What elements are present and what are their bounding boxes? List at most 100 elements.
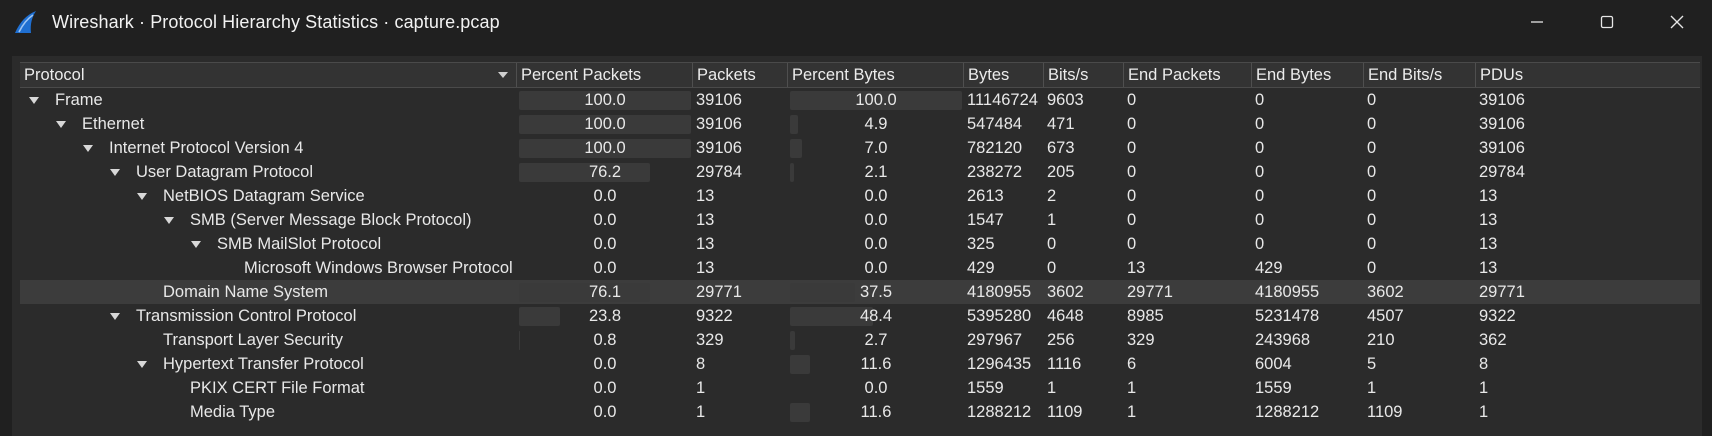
protocol-name: SMB (Server Message Block Protocol) <box>190 211 472 229</box>
cell-protocol: Microsoft Windows Browser Protocol <box>215 256 513 280</box>
protocol-hierarchy-tree[interactable]: Protocol Percent Packets Packets Percent… <box>20 62 1700 424</box>
cell-pdus: 29771 <box>1479 283 1525 301</box>
cell-percent-bytes: 37.5 <box>790 283 962 302</box>
column-header-pdus[interactable]: PDUs <box>1475 63 1700 87</box>
cell-percent-packets: 23.8 <box>519 307 691 326</box>
table-row[interactable]: Internet Protocol Version 4 100.0 7.0 39106… <box>20 136 1700 160</box>
cell-end-packets: 0 <box>1127 211 1137 229</box>
cell-end-packets: 0 <box>1127 235 1137 253</box>
cell-end-bytes: 0 <box>1255 163 1265 181</box>
table-row[interactable]: User Datagram Protocol 76.2 2.1 29784 238272… <box>20 160 1700 184</box>
table-row[interactable]: PKIX CERT File Format 0.0 0.0 1 1559 1 1 1559 1 1 <box>20 376 1700 400</box>
wireshark-fin-icon <box>12 7 42 37</box>
cell-percent-packets: 100.0 <box>519 115 691 134</box>
close-button[interactable] <box>1642 0 1712 44</box>
expand-toggle-icon[interactable] <box>53 112 69 136</box>
cell-percent-bytes: 100.0 <box>790 91 962 110</box>
cell-percent-bytes: 0.0 <box>790 211 962 230</box>
table-row[interactable]: NetBIOS Datagram Service 0.0 0.0 13 2613 2 0 0 0… <box>20 184 1700 208</box>
cell-percent-bytes: 4.9 <box>790 115 962 134</box>
cell-end-bytes: 0 <box>1255 211 1265 229</box>
table-row[interactable]: Domain Name System 76.1 37.5 29771 4180955 36… <box>20 280 1700 304</box>
expand-toggle-icon[interactable] <box>107 304 123 328</box>
table-row[interactable]: Microsoft Windows Browser Protocol 0.0 0.0… <box>20 256 1700 280</box>
protocol-name: Internet Protocol Version 4 <box>109 139 304 157</box>
column-header-packets[interactable]: Packets <box>692 63 787 87</box>
table-row[interactable]: SMB MailSlot Protocol 0.0 0.0 13 325 0 0 0 0 13 <box>20 232 1700 256</box>
cell-percent-packets: 0.0 <box>519 403 691 422</box>
column-header-percent-packets[interactable]: Percent Packets <box>516 63 692 87</box>
cell-end-packets: 8985 <box>1127 307 1164 325</box>
expand-toggle-icon[interactable] <box>188 232 204 256</box>
percent-bytes-value: 0.0 <box>864 235 888 253</box>
cell-bits-s: 0 <box>1047 259 1057 277</box>
cell-end-bytes: 1288212 <box>1255 403 1320 421</box>
cell-bits-s: 1 <box>1047 211 1057 229</box>
cell-end-bits-s: 3602 <box>1367 283 1404 301</box>
cell-pdus: 1 <box>1479 379 1489 397</box>
maximize-button[interactable] <box>1572 0 1642 44</box>
percent-bytes-value: 2.1 <box>864 163 888 181</box>
protocol-name: Frame <box>55 91 103 109</box>
percent-packets-value: 76.1 <box>588 283 622 301</box>
column-header-end-bits-s[interactable]: End Bits/s <box>1363 63 1475 87</box>
column-header-protocol[interactable]: Protocol <box>20 63 516 87</box>
expand-toggle-icon[interactable] <box>107 160 123 184</box>
table-row[interactable]: Hypertext Transfer Protocol 0.0 11.6 8 12964… <box>20 352 1700 376</box>
expand-toggle-icon[interactable] <box>80 136 96 160</box>
percent-packets-value: 100.0 <box>584 139 626 157</box>
percent-packets-value: 100.0 <box>584 91 626 109</box>
cell-pdus: 1 <box>1479 403 1489 421</box>
expand-toggle-icon[interactable] <box>134 184 150 208</box>
cell-packets: 9322 <box>696 307 733 325</box>
cell-bytes: 1559 <box>967 379 1004 397</box>
percent-packets-value: 0.8 <box>593 331 617 349</box>
cell-end-bytes: 0 <box>1255 115 1265 133</box>
protocol-name: Media Type <box>190 403 275 421</box>
column-header-bytes[interactable]: Bytes <box>963 63 1043 87</box>
table-row[interactable]: SMB (Server Message Block Protocol) 0.0 0.… <box>20 208 1700 232</box>
column-header-end-packets[interactable]: End Packets <box>1123 63 1251 87</box>
column-header-percent-bytes[interactable]: Percent Bytes <box>787 63 963 87</box>
cell-percent-packets: 0.0 <box>519 211 691 230</box>
cell-pdus: 8 <box>1479 355 1489 373</box>
percent-bytes-value: 0.0 <box>864 259 888 277</box>
cell-percent-bytes: 0.0 <box>790 187 962 206</box>
cell-packets: 13 <box>696 187 715 205</box>
cell-bits-s: 1116 <box>1047 355 1082 373</box>
table-row[interactable]: Ethernet 100.0 4.9 39106 547484 471 0 0 0 39106 <box>20 112 1700 136</box>
cell-bytes: 325 <box>967 235 995 253</box>
cell-bits-s: 9603 <box>1047 91 1084 109</box>
protocol-name: Transport Layer Security <box>163 331 344 349</box>
percent-bytes-value: 2.7 <box>864 331 888 349</box>
cell-end-bits-s: 0 <box>1367 235 1377 253</box>
cell-packets: 1 <box>696 379 706 397</box>
cell-pdus: 39106 <box>1479 91 1525 109</box>
table-row[interactable]: Transport Layer Security 0.8 2.7 329 297967 2… <box>20 328 1700 352</box>
column-header-bits-s[interactable]: Bits/s <box>1043 63 1123 87</box>
table-row[interactable]: Media Type 0.0 11.6 1 1288212 1109 1 1288212 110… <box>20 400 1700 424</box>
table-row[interactable]: Transmission Control Protocol 23.8 48.4 932… <box>20 304 1700 328</box>
title-bar: Wireshark · Protocol Hierarchy Statistic… <box>0 0 1712 44</box>
table-header: Protocol Percent Packets Packets Percent… <box>20 62 1700 88</box>
protocol-name: Domain Name System <box>163 283 329 301</box>
expand-toggle-icon[interactable] <box>161 208 177 232</box>
percent-bytes-value: 0.0 <box>864 379 888 397</box>
cell-bits-s: 2 <box>1047 187 1057 205</box>
minimize-button[interactable] <box>1502 0 1572 44</box>
cell-percent-bytes: 11.6 <box>790 355 962 374</box>
expand-toggle-icon[interactable] <box>26 88 42 112</box>
percent-bytes-value: 100.0 <box>855 91 897 109</box>
cell-packets: 8 <box>696 355 706 373</box>
percent-bytes-value: 0.0 <box>864 187 888 205</box>
table-row[interactable]: Frame 100.0 100.0 39106 11146724 9603 0 0 0 39106 <box>20 88 1700 112</box>
cell-percent-bytes: 0.0 <box>790 379 962 398</box>
cell-end-packets: 329 <box>1127 331 1155 349</box>
percent-bytes-value: 11.6 <box>860 403 892 421</box>
cell-end-packets: 29771 <box>1127 283 1173 301</box>
expand-toggle-icon[interactable] <box>134 352 150 376</box>
cell-protocol: SMB (Server Message Block Protocol) <box>161 208 472 232</box>
column-header-label: Percent Packets <box>521 66 642 84</box>
column-header-label: End Bytes <box>1256 66 1332 84</box>
column-header-end-bytes[interactable]: End Bytes <box>1251 63 1363 87</box>
